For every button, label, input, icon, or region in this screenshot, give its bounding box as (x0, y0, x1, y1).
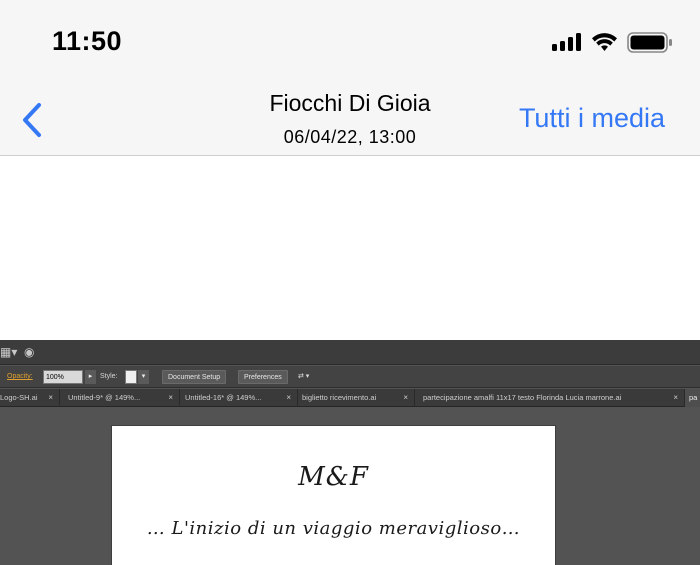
status-time: 11:50 (52, 26, 123, 56)
tab-label: biglietto ricevimento.ai (302, 393, 377, 402)
opacity-arrow-icon: ▸ (85, 370, 96, 384)
tab-label: Untitled-9* @ 149%... (68, 393, 141, 402)
arrange-icon: ▦▾ (0, 345, 18, 359)
navigation-bar: Fiocchi Di Gioia 06/04/22, 13:00 Tutti i… (0, 84, 700, 156)
document-tab: biglietto ricevimento.ai × (298, 389, 415, 407)
style-dropdown-icon: ▾ (138, 370, 149, 384)
document-tabs: Logo-SH.ai × Untitled-9* @ 149%... × Unt… (0, 389, 700, 407)
artboard: M&F … L'inizio di un viaggio meraviglios… (112, 426, 555, 565)
panel-options-icon: ⇄ ▾ (298, 373, 310, 380)
preferences-button: Preferences (238, 370, 288, 384)
tab-label: partecipazione amalfi 11x17 testo Florin… (423, 393, 622, 402)
visibility-icon: ◉ (24, 345, 35, 359)
style-swatch (125, 370, 137, 384)
document-setup-button: Document Setup (162, 370, 227, 384)
document-tab: partecipazione amalfi 11x17 testo Florin… (419, 389, 685, 407)
artboard-tagline: … L'inizio di un viaggio meraviglioso… (146, 518, 521, 539)
document-tab: Logo-SH.ai × (0, 389, 60, 407)
wifi-icon (592, 33, 617, 51)
opacity-field: 100% (43, 370, 83, 384)
close-icon: × (168, 393, 173, 402)
control-bar: Opacity: 100% ▸ Style: ▾ Document Setup … (0, 366, 700, 388)
style-label: Style: (100, 373, 118, 380)
editor-toolbar: ▦▾ ◉ (0, 340, 700, 365)
tab-label: Logo-SH.ai (0, 393, 38, 402)
chevron-left-icon[interactable] (18, 100, 48, 140)
artboard-monogram: M&F (298, 462, 369, 492)
close-icon: × (673, 393, 678, 402)
battery-icon (627, 32, 672, 53)
document-tab: Untitled-9* @ 149%... × (64, 389, 180, 407)
close-icon: × (286, 393, 291, 402)
editor-canvas: M&F … L'inizio di un viaggio meraviglios… (0, 408, 700, 565)
cellular-signal-icon (552, 33, 582, 51)
close-icon: × (48, 393, 53, 402)
document-tab-active: pa (685, 389, 700, 407)
opacity-label: Opacity: (7, 373, 33, 380)
close-icon: × (403, 393, 408, 402)
all-media-button[interactable]: Tutti i media (519, 103, 665, 134)
tab-label: pa (689, 393, 698, 402)
media-image[interactable]: ▦▾ ◉ Opacity: 100% ▸ Style: ▾ Document S… (0, 340, 700, 565)
document-tab: Untitled-16* @ 149%... × (181, 389, 298, 407)
tab-label: Untitled-16* @ 149%... (185, 393, 262, 402)
status-bar: 11:50 (0, 0, 700, 84)
